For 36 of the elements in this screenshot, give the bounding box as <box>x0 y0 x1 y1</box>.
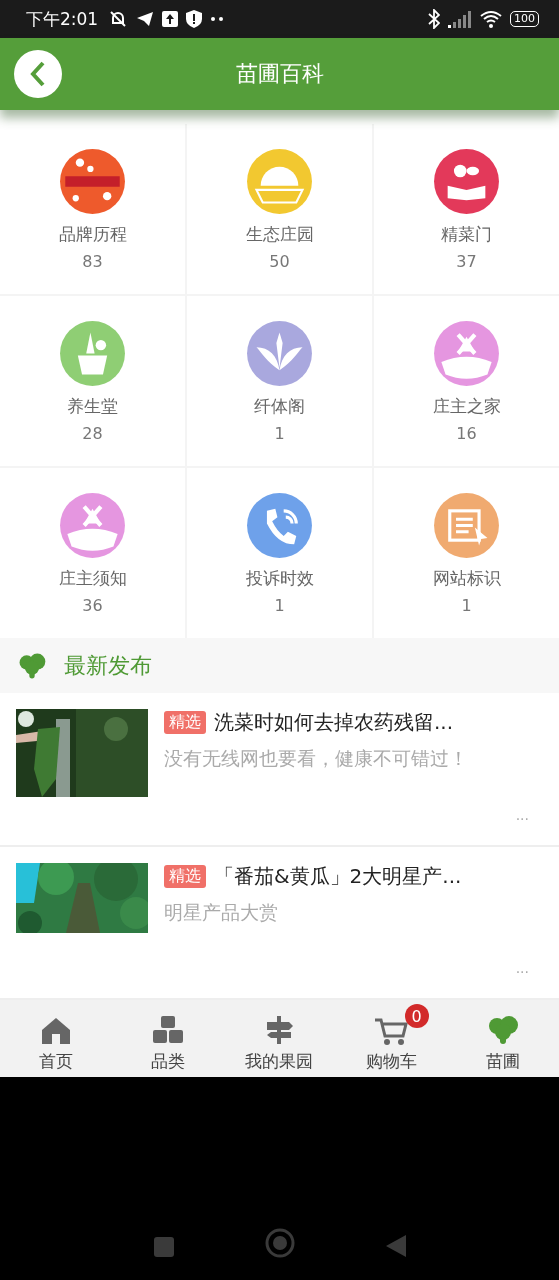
more-icon <box>210 16 225 22</box>
tab-item[interactable]: 购物车 0 <box>335 1000 448 1077</box>
tab-item[interactable]: 我的果园 <box>223 1000 336 1077</box>
shield-icon <box>186 10 203 28</box>
status-time: 下午2:01 <box>26 7 99 31</box>
tab-item[interactable]: 苗圃 <box>447 1000 559 1077</box>
category-tile[interactable]: 养生堂 28 <box>0 295 185 466</box>
category-tile[interactable]: 精菜门 37 <box>374 123 559 294</box>
signal-icon <box>448 10 472 28</box>
cart-badge: 0 <box>404 1004 429 1029</box>
article-title[interactable]: 「番茄&黄瓜」2大明星产... <box>214 862 462 890</box>
tab-item[interactable]: 首页 <box>0 1000 112 1077</box>
wifi-icon <box>480 10 502 28</box>
category-tile[interactable]: 庄主之家 16 <box>374 295 559 466</box>
category-tile[interactable]: 生态庄园 50 <box>187 123 372 294</box>
category-tile[interactable]: 投诉时效 1 <box>187 467 372 638</box>
tab-item[interactable]: 品类 <box>111 1000 224 1077</box>
battery-level: 100 <box>510 11 539 27</box>
send-icon <box>136 10 155 28</box>
category-tile[interactable]: 纤体阁 1 <box>187 295 372 466</box>
upload-icon <box>162 11 179 27</box>
page-title: 苗圃百科 <box>235 59 324 88</box>
article-summary: 没有无线网也要看，健康不可错过！ <box>164 746 469 772</box>
recents-icon[interactable] <box>152 1236 175 1258</box>
section-title: 最新发布 <box>64 651 152 680</box>
category-tile[interactable]: 品牌历程 83 <box>0 123 185 294</box>
category-tile[interactable]: 网站标识 1 <box>374 467 559 638</box>
category-tile[interactable]: 庄主须知 36 <box>0 467 185 638</box>
article-summary: 明星产品大赏 <box>164 899 279 925</box>
bluetooth-icon <box>428 9 440 29</box>
back-icon[interactable] <box>384 1234 407 1258</box>
home-icon[interactable] <box>264 1228 295 1258</box>
featured-tag: 精选 <box>164 711 206 735</box>
back-button[interactable] <box>14 49 62 98</box>
featured-tag: 精选 <box>164 864 206 888</box>
article-title[interactable]: 洗菜时如何去掉农药残留... <box>214 709 454 737</box>
